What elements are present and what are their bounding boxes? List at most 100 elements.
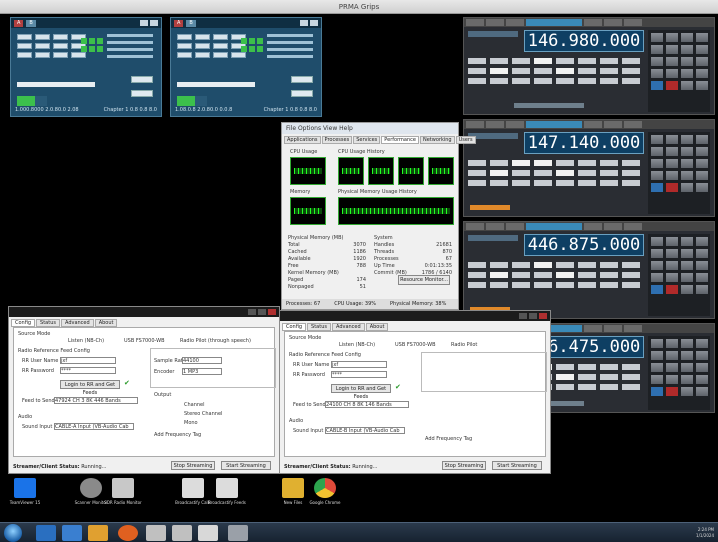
radio-keypad[interactable] — [648, 30, 710, 112]
taskbar-app-speaker[interactable] — [146, 525, 166, 541]
control-panel-1[interactable]: A B 1.000.8000 2.0.80.0 2.08 Chapter 1 0.… — [10, 17, 162, 117]
maximize-icon[interactable] — [258, 309, 266, 315]
volume-slider[interactable] — [177, 82, 255, 87]
output-option[interactable]: Channel — [184, 402, 205, 408]
radio-buttons[interactable] — [468, 58, 646, 84]
task-manager-window[interactable]: File Options View Help Applications Proc… — [281, 122, 476, 310]
login-button[interactable]: Login to RR and Get Feeds — [331, 384, 391, 400]
radio-keypad[interactable] — [648, 234, 710, 316]
taskbar-app-speaker[interactable] — [172, 525, 192, 541]
desktop-icon-sdr[interactable]: SDR Radio Monitor — [104, 478, 142, 505]
minimize-icon[interactable] — [519, 313, 527, 319]
config-tabs[interactable]: Config Status Advanced About — [280, 321, 550, 331]
taskbar-app-tool[interactable] — [228, 525, 248, 541]
taskbar-app-ie[interactable] — [36, 525, 56, 541]
tab-about[interactable]: About — [94, 319, 118, 327]
encoder-select[interactable]: 1 MP3 — [182, 368, 222, 375]
desktop-icon-broadcastify-feeds[interactable]: Broadcastify Feeds — [208, 478, 246, 505]
task-manager-tabs[interactable]: Applications Processes Services Performa… — [282, 134, 476, 144]
start-button[interactable] — [4, 524, 22, 542]
radio-buttons[interactable] — [468, 262, 646, 288]
config-tabs[interactable]: Config Status Advanced About — [9, 317, 279, 327]
tab-config[interactable]: Config — [282, 323, 307, 331]
panel-button[interactable] — [291, 76, 313, 83]
radio-buttons[interactable] — [468, 160, 646, 186]
tab-config[interactable]: Config — [11, 319, 36, 327]
sound-input-select[interactable]: CABLE-A Input (VB-Audio Cab — [54, 423, 134, 430]
volume-slider[interactable] — [17, 82, 95, 87]
panel-button-grid[interactable] — [17, 34, 87, 58]
rr-pass-input[interactable]: **** — [331, 371, 387, 378]
add-frequency-checkbox[interactable]: Add Frequency Tag — [154, 432, 201, 438]
feed-select[interactable]: 47924 CH 3 8K 446 Bands — [54, 397, 138, 404]
maximize-icon[interactable] — [529, 313, 537, 319]
start-streaming-button[interactable]: Start Streaming — [492, 461, 542, 470]
radio-window-1[interactable]: 146.980.000 — [463, 17, 715, 115]
login-button[interactable]: Login to RR and Get Feeds — [60, 380, 120, 396]
source-option[interactable]: Radio Pilot — [451, 342, 477, 348]
radio-window-2[interactable]: 147.140.000 — [463, 119, 715, 217]
minimize-icon[interactable] — [300, 20, 308, 26]
desktop-icon-broadcastify-calls[interactable]: Broadcastify Calls — [174, 478, 212, 505]
panel-tab-a[interactable]: A — [174, 19, 184, 27]
config-window-2[interactable]: Config Status Advanced About Source Mode… — [279, 310, 551, 474]
tab-status[interactable]: Status — [307, 323, 331, 331]
taskbar-app-explorer[interactable] — [62, 525, 82, 541]
radio-tabs[interactable] — [464, 120, 714, 129]
close-icon[interactable] — [150, 20, 158, 26]
output-option[interactable]: Stereo Channel — [184, 411, 222, 417]
source-option[interactable]: USB FS7000-WB — [395, 342, 436, 348]
tab-advanced[interactable]: Advanced — [60, 319, 94, 327]
close-icon[interactable] — [310, 20, 318, 26]
taskbar-app-media[interactable] — [118, 525, 138, 541]
tab-applications[interactable]: Applications — [284, 136, 321, 144]
feed-select[interactable]: 24100 CH 8 8K 146 Bands — [325, 401, 409, 408]
start-streaming-button[interactable]: Start Streaming — [221, 461, 271, 470]
tab-performance[interactable]: Performance — [381, 136, 419, 144]
add-frequency-checkbox[interactable]: Add Frequency Tag — [425, 436, 472, 442]
tab-status[interactable]: Status — [36, 319, 60, 327]
sound-input-select[interactable]: CABLE-B Input (VB-Audio Cab — [325, 427, 405, 434]
minimize-icon[interactable] — [140, 20, 148, 26]
radio-keypad[interactable] — [648, 132, 710, 214]
source-option[interactable]: Listen (NB-Ch) — [339, 342, 375, 348]
rr-pass-input[interactable]: **** — [60, 367, 116, 374]
source-option[interactable]: Listen (NB-Ch) — [68, 338, 104, 344]
panel-button[interactable] — [291, 90, 313, 97]
desktop-icon-teamviewer[interactable]: TeamViewer 15 — [6, 478, 44, 505]
resource-monitor-button[interactable]: Resource Monitor... — [398, 275, 450, 285]
output-option[interactable]: Mono — [184, 420, 198, 426]
stop-streaming-button[interactable]: Stop Streaming — [171, 461, 215, 470]
panel-button[interactable] — [131, 76, 153, 83]
tab-users[interactable]: Users — [455, 136, 476, 144]
taskbar-app-folder[interactable] — [88, 525, 108, 541]
rr-user-input[interactable]: jxf — [60, 357, 116, 364]
tab-processes[interactable]: Processes — [321, 136, 353, 144]
panel-tab-b[interactable]: B — [186, 19, 196, 27]
source-option[interactable]: USB FS7000-WB — [124, 338, 165, 344]
panel-button[interactable] — [131, 90, 153, 97]
close-icon[interactable] — [539, 313, 547, 319]
panel-tab-b[interactable]: B — [26, 19, 36, 27]
radio-tabs[interactable] — [464, 222, 714, 231]
source-option[interactable]: Radio Pilot (through speech) — [180, 338, 251, 344]
control-panel-2[interactable]: A B 1.08.0.8 2.0.80.0 0.0.8 Chapter 1 0.8… — [170, 17, 322, 117]
task-manager-menu[interactable]: File Options View Help — [282, 123, 458, 134]
panel-tab-a[interactable]: A — [14, 19, 24, 27]
tab-networking[interactable]: Networking — [419, 136, 455, 144]
system-tray[interactable]: 2:24 PM 1/1/2024 — [696, 527, 714, 539]
radio-keypad[interactable] — [648, 336, 710, 410]
radio-tabs[interactable] — [464, 18, 714, 27]
panel-button-grid[interactable] — [177, 34, 247, 58]
minimize-icon[interactable] — [248, 309, 256, 315]
radio-window-3[interactable]: 446.875.000 — [463, 221, 715, 319]
tab-services[interactable]: Services — [353, 136, 381, 144]
close-icon[interactable] — [268, 309, 276, 315]
rr-user-input[interactable]: jxf — [331, 361, 387, 368]
tab-about[interactable]: About — [365, 323, 389, 331]
stop-streaming-button[interactable]: Stop Streaming — [442, 461, 486, 470]
desktop-icon-chrome[interactable]: Google Chrome — [306, 478, 344, 505]
taskbar-app-monitor[interactable] — [198, 525, 218, 541]
sample-rate-select[interactable]: 44100 — [182, 357, 222, 364]
tab-advanced[interactable]: Advanced — [331, 323, 365, 331]
